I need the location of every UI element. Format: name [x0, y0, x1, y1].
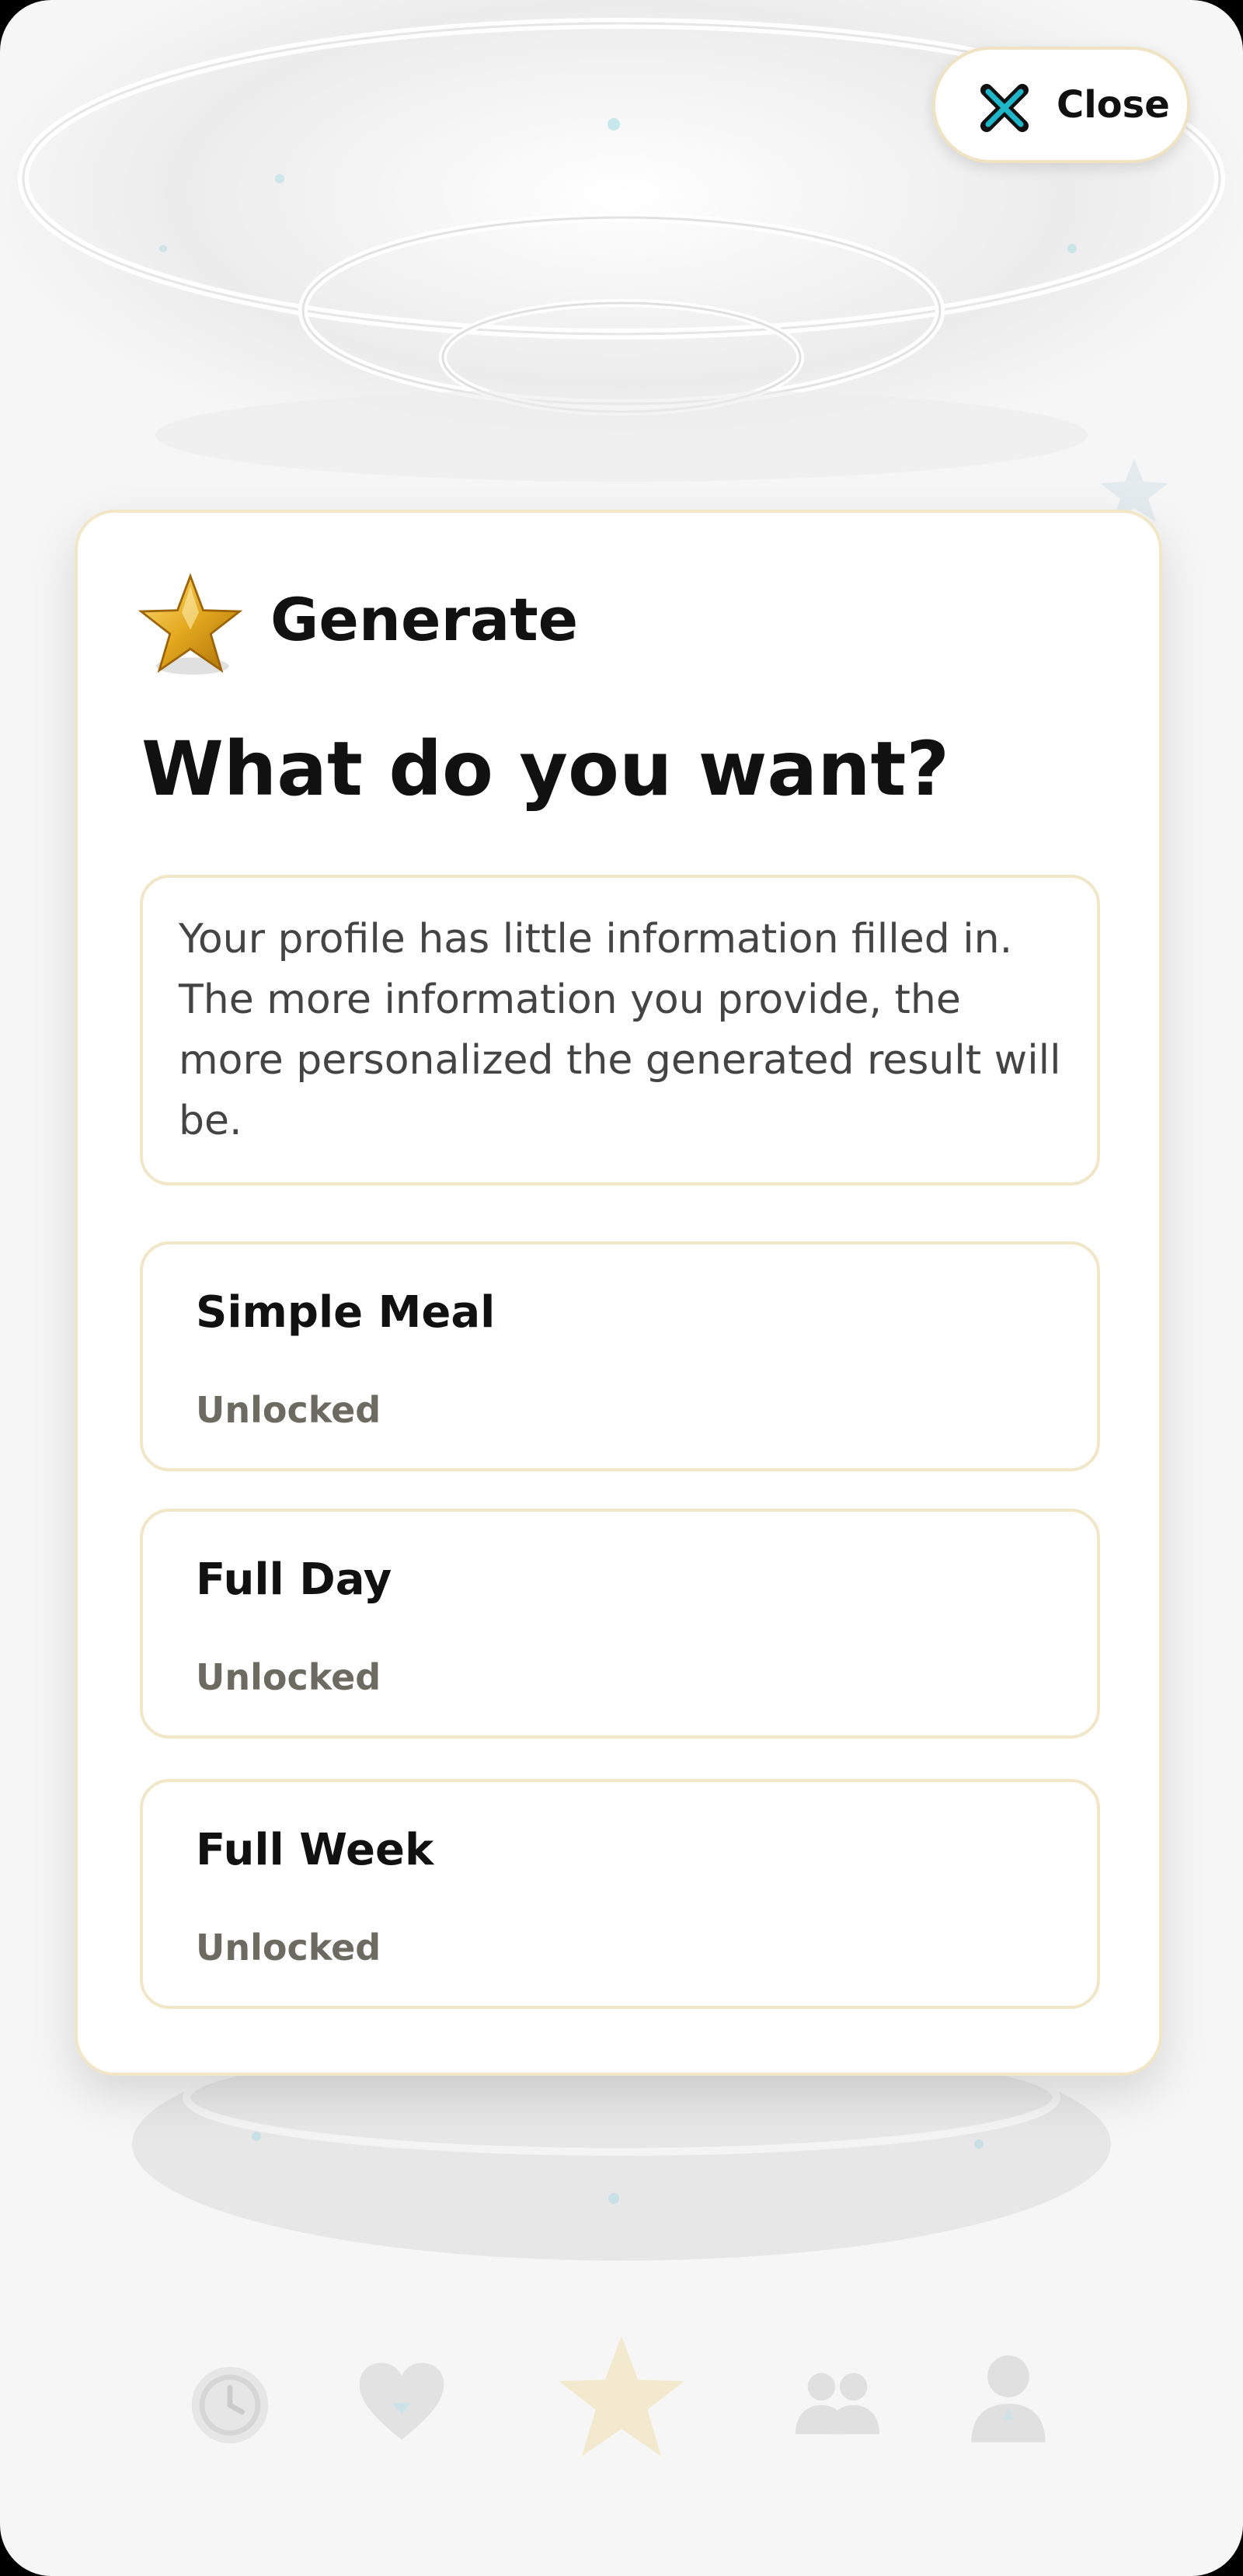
option-full-day[interactable]: Full Day Unlocked: [140, 1509, 1100, 1739]
option-status: Unlocked: [196, 1389, 381, 1431]
profile-icon[interactable]: [968, 2352, 1049, 2444]
close-label: Close: [1057, 83, 1170, 127]
option-status: Unlocked: [196, 1656, 381, 1698]
option-title: Full Day: [196, 1554, 392, 1605]
card-question: What do you want?: [141, 726, 950, 813]
generate-card: Generate What do you want? Your profile …: [75, 510, 1162, 2076]
option-title: Full Week: [196, 1825, 434, 1875]
option-simple-meal[interactable]: Simple Meal Unlocked: [140, 1241, 1100, 1471]
star-icon: [138, 573, 243, 675]
card-heading: Generate: [270, 585, 579, 654]
app-screen: Close Generate What do you want? Your pr…: [0, 0, 1243, 2576]
option-full-week[interactable]: Full Week Unlocked: [140, 1779, 1100, 2009]
close-button[interactable]: Close: [932, 47, 1190, 163]
group-icon[interactable]: [791, 2368, 883, 2438]
close-icon: [980, 84, 1029, 132]
star-icon[interactable]: [553, 2331, 690, 2467]
option-title: Simple Meal: [196, 1287, 496, 1338]
heart-icon[interactable]: [356, 2358, 447, 2444]
bottom-nav: [0, 2331, 1243, 2517]
profile-info-notice: Your profile has little information fill…: [140, 875, 1100, 1185]
option-status: Unlocked: [196, 1927, 381, 1969]
clock-icon[interactable]: [186, 2362, 273, 2449]
